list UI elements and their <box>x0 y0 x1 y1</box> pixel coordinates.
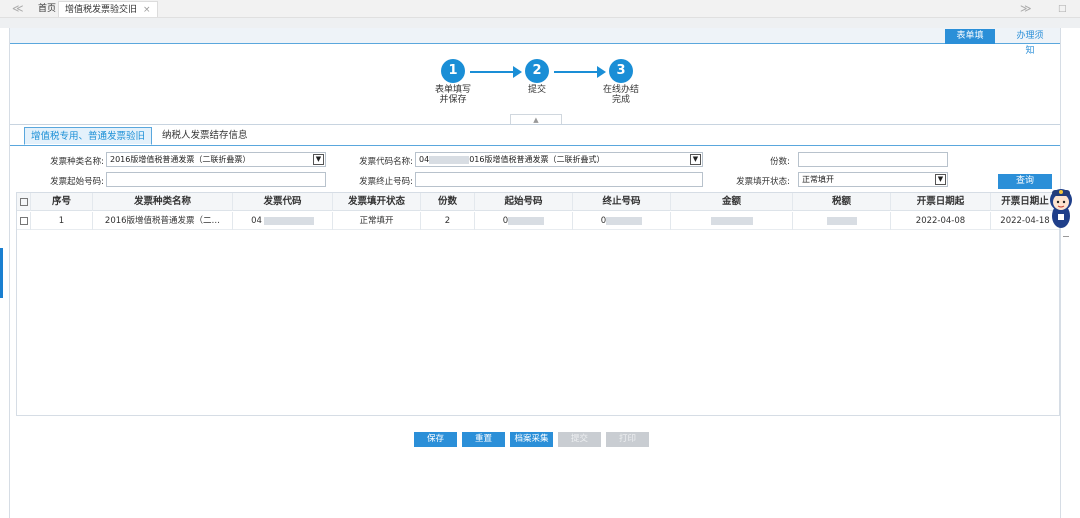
step-3-number: 3 <box>609 59 633 83</box>
step-1-label-line2: 并保存 <box>439 95 467 105</box>
redacted-end-no <box>606 216 643 225</box>
form-fill-tab[interactable]: 表单填写 <box>945 29 995 56</box>
submit-button[interactable]: 提交 <box>558 432 601 447</box>
step-2-label-line1: 提交 <box>527 85 546 95</box>
side-drawer-handle[interactable] <box>0 248 3 298</box>
start-number-input[interactable] <box>106 172 326 187</box>
close-tab-icon[interactable]: × <box>143 5 151 15</box>
reset-button[interactable]: 重置 <box>462 432 505 447</box>
row-status: 正常填开 <box>333 212 421 230</box>
tab-invoice-verify[interactable]: 增值税发票验交旧 × <box>58 1 158 17</box>
invoice-type-label: 发票种类名称: <box>50 157 104 167</box>
row-date-from: 2022-04-08 <box>891 212 991 230</box>
step-1-number: 1 <box>441 59 465 83</box>
print-button[interactable]: 打印 <box>606 432 649 447</box>
row-copies: 2 <box>421 212 475 230</box>
row-type-name: 2016版增值税普通发票（二… <box>93 212 233 230</box>
chevron-down-icon: ▼ <box>313 154 324 165</box>
step-3-label-line2: 完成 <box>611 95 630 105</box>
issue-status-select[interactable]: 正常填开 ▼ <box>798 172 948 187</box>
header-date-from[interactable]: 开票日期起 <box>891 193 991 211</box>
select-all-cell <box>17 193 31 211</box>
row-code-prefix: 04 <box>251 216 262 226</box>
tab-invoice-verification[interactable]: 增值税专用、普通发票验旧 <box>24 127 153 145</box>
row-index: 1 <box>31 212 93 230</box>
step-3: 3 在线办结 完成 <box>591 59 651 105</box>
tab-invoice-stock-info[interactable]: 纳税人发票结存信息 <box>156 127 254 145</box>
scroll-tabs-left-icon[interactable]: ≪ <box>12 2 24 15</box>
row-end-no: 0 <box>573 212 671 230</box>
invoice-type-value: 2016版增值税普通发票（二联折叠票） <box>110 155 251 164</box>
header-status[interactable]: 发票填开状态 <box>333 193 421 211</box>
invoice-type-select[interactable]: 2016版增值税普通发票（二联折叠票） ▼ <box>106 152 326 167</box>
redacted-amount <box>710 216 753 225</box>
header-index[interactable]: 序号 <box>31 193 93 211</box>
issue-status-value: 正常填开 <box>802 175 834 184</box>
row-checkbox[interactable] <box>19 216 28 225</box>
save-button[interactable]: 保存 <box>414 432 457 447</box>
scroll-tabs-right-icon[interactable]: ≫ <box>1020 2 1032 15</box>
invoice-table: 序号 发票种类名称 发票代码 发票填开状态 份数 起始号码 终止号码 金额 税额… <box>16 192 1060 416</box>
scroll-indicator <box>1063 236 1069 237</box>
query-button[interactable]: 查询 <box>998 174 1052 189</box>
invoice-code-name-suffix: 016版增值税普通发票（二联折叠式） <box>469 155 605 164</box>
restore-window-icon[interactable]: □ <box>1058 4 1067 14</box>
main-panel: 表单填写 办理须知 1 表单填写 并保存 2 提交 3 在线办结 完成 ▲ 增值… <box>9 28 1061 518</box>
subtabs-divider <box>10 145 1060 146</box>
action-bar: 保存 重置 档案采集 提交 打印 <box>10 432 1060 448</box>
header-amount[interactable]: 金额 <box>671 193 793 211</box>
invoice-code-name-label: 发票代码名称: <box>359 157 413 167</box>
end-number-label: 发票终止号码: <box>359 177 413 187</box>
progress-steps: 1 表单填写 并保存 2 提交 3 在线办结 完成 <box>10 44 1060 140</box>
table-row[interactable]: 1 2016版增值税普通发票（二… 04 正常填开 2 0 0 2022-04-… <box>17 212 1059 230</box>
invoice-code-name-prefix: 04 <box>419 155 430 164</box>
redacted-start-no <box>508 216 545 225</box>
row-start-no: 0 <box>475 212 573 230</box>
row-amount <box>671 212 793 230</box>
copies-label: 份数: <box>770 157 790 167</box>
row-tax <box>793 212 891 230</box>
issue-status-label: 发票填开状态: <box>736 177 790 187</box>
chevron-down-icon: ▼ <box>935 174 946 185</box>
assistant-mascot-icon[interactable] <box>1046 186 1076 230</box>
invoice-code-name-select[interactable]: 04 016版增值税普通发票（二联折叠式） ▼ <box>415 152 703 167</box>
step-1-label-line1: 表单填写 <box>434 85 471 95</box>
window-tab-bar: ≪ 首页 增值税发票验交旧 × ≫ □ <box>0 0 1080 18</box>
tab-home-label: 首页 <box>38 4 57 14</box>
tab-invoice-verify-label: 增值税发票验交旧 <box>65 5 138 15</box>
header-end-no[interactable]: 终止号码 <box>573 193 671 211</box>
row-code: 04 <box>233 212 333 230</box>
copies-input[interactable] <box>798 152 948 167</box>
step-3-label-line1: 在线办结 <box>602 85 639 95</box>
instructions-link[interactable]: 办理须知 <box>1005 29 1055 56</box>
select-all-checkbox[interactable] <box>19 197 28 206</box>
row-select-cell <box>17 212 31 230</box>
header-code[interactable]: 发票代码 <box>233 193 333 211</box>
header-start-no[interactable]: 起始号码 <box>475 193 573 211</box>
table-header-row: 序号 发票种类名称 发票代码 发票填开状态 份数 起始号码 终止号码 金额 税额… <box>17 193 1059 211</box>
step-2: 2 提交 <box>507 59 567 95</box>
query-form: 发票种类名称: 2016版增值税普通发票（二联折叠票） ▼ 发票代码名称: 04… <box>10 150 1060 190</box>
panel-header: 表单填写 办理须知 <box>10 28 1060 56</box>
collapse-steps-button[interactable]: ▲ <box>510 114 562 124</box>
redacted-tax <box>826 216 857 225</box>
redacted-code <box>263 216 314 225</box>
top-gap <box>0 18 1080 28</box>
step-1: 1 表单填写 并保存 <box>423 59 483 105</box>
redacted-code <box>429 155 470 164</box>
end-number-input[interactable] <box>415 172 703 187</box>
header-type-name[interactable]: 发票种类名称 <box>93 193 233 211</box>
archive-collect-button[interactable]: 档案采集 <box>510 432 553 447</box>
step-2-number: 2 <box>525 59 549 83</box>
chevron-down-icon: ▼ <box>690 154 701 165</box>
start-number-label: 发票起始号码: <box>50 177 104 187</box>
header-copies[interactable]: 份数 <box>421 193 475 211</box>
header-tax[interactable]: 税额 <box>793 193 891 211</box>
